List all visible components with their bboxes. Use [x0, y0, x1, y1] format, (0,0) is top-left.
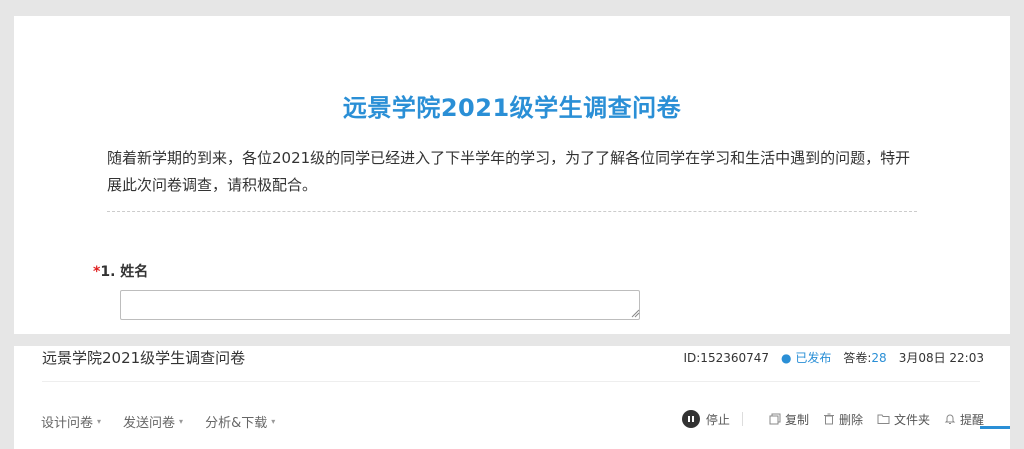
- chevron-down-icon: ▾: [179, 417, 184, 426]
- action-bar: 停止 复制 删除 文件夹 提醒: [681, 410, 984, 428]
- chevron-down-icon: ▾: [271, 417, 276, 426]
- admin-survey-title: 远景学院2021级学生调查问卷: [42, 349, 246, 367]
- folder-button[interactable]: 文件夹: [877, 411, 930, 428]
- folder-icon: [877, 414, 890, 424]
- question-1-label: *1. 姓名: [93, 261, 148, 281]
- responses-label: 答卷:: [843, 351, 872, 365]
- delete-label: 删除: [838, 412, 863, 427]
- tab-send[interactable]: 发送问卷 ▾: [123, 412, 183, 431]
- survey-intro: 随着新学期的到来，各位2021级的同学已经进入了下半学年的学习，为了了解各位同学…: [107, 149, 911, 194]
- resize-handle-icon[interactable]: [630, 308, 640, 318]
- tab-analysis[interactable]: 分析&下载 ▾: [205, 412, 275, 431]
- question-1-text: 1. 姓名: [100, 264, 149, 280]
- pause-icon: [681, 410, 700, 428]
- admin-toolbar: 远景学院2021级学生调查问卷 ID:152360747 ● 已发布 答卷:28…: [14, 346, 1010, 449]
- tab-analysis-label: 分析&下载: [205, 416, 268, 431]
- trash-icon: [823, 413, 834, 425]
- copy-button[interactable]: 复制: [769, 411, 809, 428]
- stop-label: 停止: [705, 412, 730, 427]
- delete-button[interactable]: 删除: [823, 411, 863, 428]
- admin-tabs: 设计问卷 ▾ 发送问卷 ▾ 分析&下载 ▾: [41, 412, 275, 431]
- survey-preview: 远景学院2021级学生调查问卷 随着新学期的到来，各位2021级的同学已经进入了…: [14, 16, 1010, 334]
- chevron-down-icon: ▾: [97, 417, 102, 426]
- admin-divider: [42, 381, 980, 382]
- status-dot-icon: ●: [781, 351, 792, 365]
- responses: 答卷:28: [843, 349, 886, 366]
- copy-label: 复制: [784, 412, 809, 427]
- survey-meta: ID:152360747 ● 已发布 答卷:28 3月08日 22:03: [683, 349, 984, 366]
- remind-button[interactable]: 提醒: [944, 411, 984, 428]
- survey-id: ID:152360747: [683, 350, 770, 365]
- name-input[interactable]: [120, 290, 640, 320]
- tab-send-label: 发送问卷: [123, 416, 176, 431]
- tab-design-label: 设计问卷: [41, 416, 94, 431]
- status-badge: ● 已发布: [781, 349, 831, 366]
- remind-label: 提醒: [959, 412, 984, 427]
- separator: [741, 412, 743, 426]
- responses-count[interactable]: 28: [871, 351, 886, 365]
- status-text: 已发布: [795, 351, 832, 365]
- folder-label: 文件夹: [893, 412, 930, 427]
- bell-icon: [944, 414, 956, 424]
- survey-title: 远景学院2021级学生调查问卷: [342, 94, 682, 122]
- stop-button[interactable]: 停止: [681, 410, 730, 428]
- tab-design[interactable]: 设计问卷 ▾: [41, 412, 101, 431]
- publish-date: 3月08日 22:03: [898, 351, 984, 365]
- active-indicator: [980, 426, 1010, 429]
- divider: [107, 211, 917, 212]
- copy-icon: [769, 413, 781, 425]
